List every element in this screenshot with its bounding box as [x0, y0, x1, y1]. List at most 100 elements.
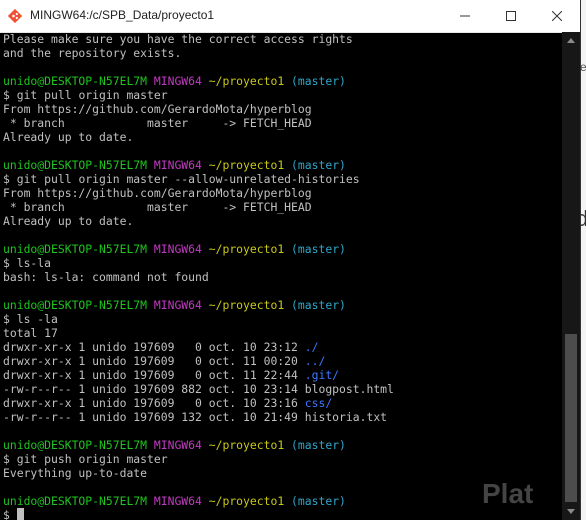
- prompt-path: ~/proyecto1: [208, 298, 285, 312]
- command-line: $ ls -la: [3, 312, 562, 326]
- prompt-user-host: unido@DESKTOP-N57EL7M: [3, 242, 148, 256]
- prompt-line: unido@DESKTOP-N57EL7M MINGW64 ~/proyecto…: [3, 494, 562, 508]
- maximize-button[interactable]: [488, 0, 534, 32]
- prompt-branch: (master): [291, 494, 346, 508]
- prompt-symbol: $: [3, 508, 10, 520]
- output-line: bash: ls-la: command not found: [3, 270, 209, 284]
- output-line: Please make sure you have the correct ac…: [3, 32, 353, 46]
- ls-entry: -rw-r--r-- 1 unido 197609 882 oct. 10 23…: [3, 382, 562, 396]
- command-line: $ git pull origin master: [3, 88, 562, 102]
- prompt-path: ~/proyecto1: [208, 74, 285, 88]
- output-line: Already up to date.: [3, 130, 134, 144]
- maximize-icon: [506, 11, 516, 21]
- ls-entry-name: blogpost.html: [304, 382, 394, 396]
- title-bar[interactable]: MINGW64:/c/SPB_Data/proyecto1: [0, 0, 580, 33]
- prompt-symbol: $: [3, 172, 10, 186]
- prompt-branch: (master): [291, 74, 346, 88]
- scroll-up-button[interactable]: [562, 32, 580, 49]
- prompt-branch: (master): [291, 242, 346, 256]
- ls-entry-name: .git/: [304, 368, 340, 382]
- scroll-thumb[interactable]: [565, 334, 577, 502]
- ls-entry: -rw-r--r-- 1 unido 197609 132 oct. 10 21…: [3, 410, 562, 424]
- prompt-shell: MINGW64: [153, 158, 202, 172]
- ls-entry-meta: -rw-r--r-- 1 unido 197609 882 oct. 10 23…: [3, 382, 305, 396]
- input-line: $: [3, 508, 562, 520]
- close-icon: [552, 11, 562, 21]
- git-bash-icon: [8, 9, 22, 23]
- ls-entry: drwxr-xr-x 1 unido 197609 0 oct. 11 00:2…: [3, 354, 562, 368]
- minimize-button[interactable]: [442, 0, 488, 32]
- desktop: re d MINGW64:/c/SPB_Data/proyecto1 Pleas…: [0, 0, 586, 520]
- prompt-user-host: unido@DESKTOP-N57EL7M: [3, 158, 148, 172]
- command-text: git push origin master: [16, 452, 168, 466]
- prompt-branch: (master): [291, 438, 346, 452]
- command-text: ls-la: [16, 256, 52, 270]
- command-line: $ ls-la: [3, 256, 562, 270]
- command-line: $ git push origin master: [3, 452, 562, 466]
- prompt-symbol: $: [3, 256, 10, 270]
- prompt-line: unido@DESKTOP-N57EL7M MINGW64 ~/proyecto…: [3, 74, 562, 88]
- ls-entry: drwxr-xr-x 1 unido 197609 0 oct. 10 23:1…: [3, 340, 562, 354]
- ls-entry-name: historia.txt: [304, 410, 388, 424]
- command-text: git pull origin master: [16, 88, 168, 102]
- prompt-shell: MINGW64: [153, 494, 202, 508]
- prompt-user-host: unido@DESKTOP-N57EL7M: [3, 438, 148, 452]
- prompt-line: unido@DESKTOP-N57EL7M MINGW64 ~/proyecto…: [3, 438, 562, 452]
- ls-entry-meta: drwxr-xr-x 1 unido 197609 0 oct. 10 23:1…: [3, 396, 305, 410]
- terminal-output[interactable]: Please make sure you have the correct ac…: [0, 32, 562, 520]
- prompt-user-host: unido@DESKTOP-N57EL7M: [3, 74, 148, 88]
- prompt-shell: MINGW64: [153, 242, 202, 256]
- output-line: total 17: [3, 326, 58, 340]
- prompt-path: ~/proyecto1: [208, 494, 285, 508]
- prompt-line: unido@DESKTOP-N57EL7M MINGW64 ~/proyecto…: [3, 298, 562, 312]
- ls-entry-name: ../: [304, 354, 326, 368]
- text-cursor: [16, 508, 24, 520]
- prompt-user-host: unido@DESKTOP-N57EL7M: [3, 298, 148, 312]
- ls-entry-name: css/: [304, 396, 333, 410]
- ls-entry: drwxr-xr-x 1 unido 197609 0 oct. 10 23:1…: [3, 396, 562, 410]
- prompt-symbol: $: [3, 88, 10, 102]
- prompt-symbol: $: [3, 452, 10, 466]
- prompt-branch: (master): [291, 158, 346, 172]
- prompt-user-host: unido@DESKTOP-N57EL7M: [3, 494, 148, 508]
- command-text: ls -la: [16, 312, 58, 326]
- output-line: Everything up-to-date: [3, 466, 148, 480]
- prompt-line: unido@DESKTOP-N57EL7M MINGW64 ~/proyecto…: [3, 242, 562, 256]
- prompt-branch: (master): [291, 298, 346, 312]
- arrow-down-icon: [567, 509, 575, 514]
- output-line: Already up to date.: [3, 214, 134, 228]
- prompt-path: ~/proyecto1: [208, 158, 285, 172]
- vertical-scrollbar[interactable]: [562, 32, 580, 520]
- ls-entry-meta: -rw-r--r-- 1 unido 197609 132 oct. 10 21…: [3, 410, 305, 424]
- output-line: * branch master -> FETCH_HEAD: [3, 116, 312, 130]
- prompt-path: ~/proyecto1: [208, 438, 285, 452]
- prompt-line: unido@DESKTOP-N57EL7M MINGW64 ~/proyecto…: [3, 158, 562, 172]
- ls-entry-meta: drwxr-xr-x 1 unido 197609 0 oct. 10 23:1…: [3, 340, 305, 354]
- minimize-icon: [460, 15, 470, 17]
- output-line: * branch master -> FETCH_HEAD: [3, 200, 312, 214]
- ls-entry: drwxr-xr-x 1 unido 197609 0 oct. 11 22:4…: [3, 368, 562, 382]
- prompt-shell: MINGW64: [153, 74, 202, 88]
- ls-entry-meta: drwxr-xr-x 1 unido 197609 0 oct. 11 00:2…: [3, 354, 305, 368]
- output-line: From https://github.com/GerardoMota/hype…: [3, 102, 312, 116]
- scroll-down-button[interactable]: [562, 503, 580, 520]
- prompt-shell: MINGW64: [153, 438, 202, 452]
- command-line: $ git pull origin master --allow-unrelat…: [3, 172, 562, 186]
- arrow-up-icon: [567, 38, 575, 43]
- prompt-shell: MINGW64: [153, 298, 202, 312]
- ls-entry-meta: drwxr-xr-x 1 unido 197609 0 oct. 11 22:4…: [3, 368, 305, 382]
- ls-entry-name: ./: [304, 340, 319, 354]
- platzi-watermark: Plat: [482, 478, 534, 509]
- command-text: git pull origin master --allow-unrelated…: [16, 172, 360, 186]
- prompt-symbol: $: [3, 312, 10, 326]
- close-button[interactable]: [534, 0, 580, 32]
- terminal-window: MINGW64:/c/SPB_Data/proyecto1 Please mak…: [0, 0, 581, 520]
- output-line: From https://github.com/GerardoMota/hype…: [3, 186, 312, 200]
- window-title: MINGW64:/c/SPB_Data/proyecto1: [30, 8, 215, 22]
